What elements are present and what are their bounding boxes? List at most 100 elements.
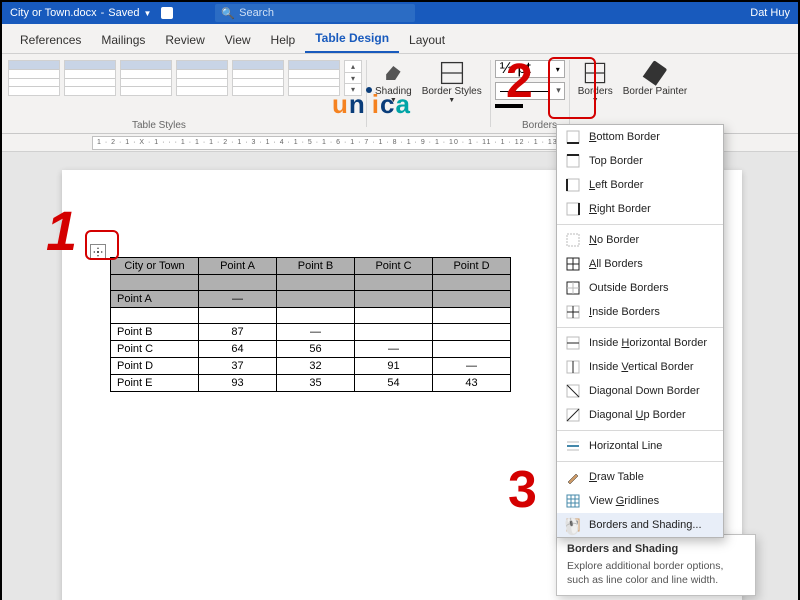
table-header[interactable]: City or Town <box>111 258 199 275</box>
tab-help[interactable]: Help <box>261 27 306 53</box>
table-cell[interactable]: — <box>199 291 277 308</box>
table-cell[interactable]: 56 <box>277 341 355 358</box>
menu-item-inside_h[interactable]: Inside Horizontal Border <box>557 331 723 355</box>
annotation-number-3: 3 <box>508 460 537 520</box>
tab-references[interactable]: References <box>10 27 91 53</box>
table-header-row[interactable]: City or Town Point A Point B Point C Poi… <box>111 258 511 275</box>
tab-mailings[interactable]: Mailings <box>91 27 155 53</box>
menu-item-gridlines[interactable]: View Gridlines <box>557 489 723 513</box>
menu-item-label: Inside Horizontal Border <box>589 337 707 349</box>
border-painter-button[interactable]: Border Painter <box>619 58 691 133</box>
table-cell[interactable]: 35 <box>277 375 355 392</box>
user-name[interactable]: Dat Huy <box>750 7 790 19</box>
table-cell[interactable]: 93 <box>199 375 277 392</box>
table-style-thumb[interactable] <box>176 60 228 96</box>
table-cell[interactable]: — <box>277 324 355 341</box>
table-cell[interactable] <box>355 275 433 291</box>
inside_h-border-icon <box>565 335 581 351</box>
menu-item-inside_v[interactable]: Inside Vertical Border <box>557 355 723 379</box>
tab-review[interactable]: Review <box>155 27 214 53</box>
menu-item-diag_up[interactable]: Diagonal Up Border <box>557 403 723 427</box>
search-input[interactable]: 🔍 Search <box>215 4 415 22</box>
border-styles-button[interactable]: Border Styles ▼ <box>418 58 486 133</box>
table-cell[interactable] <box>277 291 355 308</box>
inside-border-icon <box>565 304 581 320</box>
menu-item-draw[interactable]: Draw Table <box>557 465 723 489</box>
table-cell[interactable] <box>433 341 511 358</box>
menu-item-label: Left Border <box>589 179 643 191</box>
menu-item-right[interactable]: Right Border <box>557 197 723 221</box>
table-style-thumb[interactable] <box>232 60 284 96</box>
table-cell[interactable] <box>433 308 511 324</box>
menu-item-label: View Gridlines <box>589 495 659 507</box>
table-style-thumb[interactable] <box>8 60 60 96</box>
tab-layout[interactable]: Layout <box>399 27 455 53</box>
table-cell[interactable]: 91 <box>355 358 433 375</box>
table-row[interactable]: Point C6456— <box>111 341 511 358</box>
table-cell[interactable]: 64 <box>199 341 277 358</box>
table-cell[interactable] <box>199 275 277 291</box>
table-cell[interactable] <box>355 308 433 324</box>
table-style-thumb[interactable] <box>120 60 172 96</box>
table-row[interactable] <box>111 308 511 324</box>
table-cell-label[interactable]: Point C <box>111 341 199 358</box>
menu-item-label: Inside Vertical Border <box>589 361 694 373</box>
table-cell-label[interactable]: Point A <box>111 291 199 308</box>
chevron-down-icon: ▼ <box>448 97 455 104</box>
table-cell[interactable] <box>433 291 511 308</box>
chevron-down-icon[interactable]: ▼ <box>143 9 151 18</box>
table-cell-label[interactable] <box>111 308 199 324</box>
table-cell[interactable]: 87 <box>199 324 277 341</box>
table-style-thumb[interactable] <box>64 60 116 96</box>
table-cell[interactable] <box>355 324 433 341</box>
menu-item-bottom[interactable]: Bottom Border <box>557 125 723 149</box>
tab-table-design[interactable]: Table Design <box>305 25 399 53</box>
table-cell-label[interactable]: Point D <box>111 358 199 375</box>
menu-item-all[interactable]: All Borders <box>557 252 723 276</box>
ribbon-tabs: References Mailings Review View Help Tab… <box>2 24 798 54</box>
menu-item-left[interactable]: Left Border <box>557 173 723 197</box>
table-header[interactable]: Point D <box>433 258 511 275</box>
table-row[interactable]: Point D373291— <box>111 358 511 375</box>
table-cell[interactable]: 37 <box>199 358 277 375</box>
hline-border-icon <box>565 438 581 454</box>
table-cell[interactable]: 43 <box>433 375 511 392</box>
table-cell[interactable] <box>355 291 433 308</box>
table-header[interactable]: Point C <box>355 258 433 275</box>
table-row[interactable]: Point A— <box>111 291 511 308</box>
table-cell[interactable] <box>433 324 511 341</box>
table-cell[interactable] <box>277 275 355 291</box>
menu-item-inside[interactable]: Inside Borders <box>557 300 723 324</box>
table-cell-label[interactable]: Point E <box>111 375 199 392</box>
table-cell[interactable]: — <box>433 358 511 375</box>
table-cell-label[interactable]: Point B <box>111 324 199 341</box>
table-cell[interactable] <box>199 308 277 324</box>
pen-icon <box>643 60 668 86</box>
menu-item-diag_down[interactable]: Diagonal Down Border <box>557 379 723 403</box>
table-row[interactable] <box>111 275 511 291</box>
menu-item-top[interactable]: Top Border <box>557 149 723 173</box>
menu-item-none[interactable]: No Border <box>557 228 723 252</box>
table-cell-label[interactable] <box>111 275 199 291</box>
table-row[interactable]: Point E93355443 <box>111 375 511 392</box>
menu-item-outside[interactable]: Outside Borders <box>557 276 723 300</box>
document-table[interactable]: City or Town Point A Point B Point C Poi… <box>110 257 511 392</box>
table-cell[interactable]: 32 <box>277 358 355 375</box>
table-row[interactable]: Point B87— <box>111 324 511 341</box>
menu-item-hline[interactable]: Horizontal Line <box>557 434 723 458</box>
watermark-unica: unica <box>332 89 411 120</box>
document-title[interactable]: City or Town.docx - Saved ▼ <box>10 7 151 19</box>
draw-border-icon <box>565 469 581 485</box>
annotation-box-2 <box>548 57 596 119</box>
table-cell[interactable] <box>433 275 511 291</box>
menu-item-label: Top Border <box>589 155 643 167</box>
tab-view[interactable]: View <box>215 27 261 53</box>
save-icon[interactable] <box>161 7 173 19</box>
table-cell[interactable]: — <box>355 341 433 358</box>
table-header[interactable]: Point B <box>277 258 355 275</box>
table-header[interactable]: Point A <box>199 258 277 275</box>
right-border-icon <box>565 201 581 217</box>
table-cell[interactable]: 54 <box>355 375 433 392</box>
menu-item-label: Outside Borders <box>589 282 668 294</box>
table-cell[interactable] <box>277 308 355 324</box>
